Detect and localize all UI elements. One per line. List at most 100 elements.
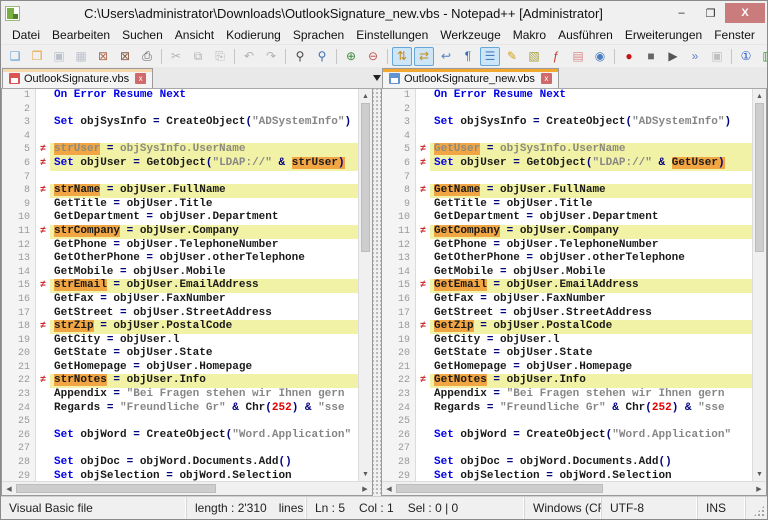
compare-button[interactable]: ▥ [758,47,767,66]
code-token: 252 [652,402,672,414]
cut-button[interactable]: ✂ [166,47,186,66]
code-token: objUser.Company [133,225,239,237]
splitter-handle[interactable] [373,89,381,496]
save-macro-button[interactable]: ▣ [707,47,727,66]
replace-button[interactable]: ⚲ [312,47,332,66]
document-map-button[interactable]: ▧ [524,47,544,66]
menu-kodierung[interactable]: Kodierung [220,27,287,43]
open-file-button[interactable]: ❒ [27,47,47,66]
line-number: 7 [382,171,416,185]
vertical-scrollbar[interactable]: ▲▼ [358,89,372,481]
editor-pane-left[interactable]: 1On Error Resume Next23Set objSysInfo = … [1,89,373,496]
run-macro-multiple-button[interactable]: » [685,47,705,66]
code-text: Set objDoc = objWord.Documents.Add() [50,456,358,470]
compare-set-first-button[interactable]: ① [736,47,756,66]
status-insert-mode[interactable]: INS [698,497,746,519]
minimize-button[interactable]: – [667,4,696,22]
show-all-characters-button[interactable]: ¶ [458,47,478,66]
scroll-up-icon[interactable]: ▲ [753,89,766,103]
menu-einstellungen[interactable]: Einstellungen [350,27,434,43]
menu-erweiterungen[interactable]: Erweiterungen [619,27,708,43]
tab-OutlookSignature.vbs[interactable]: OutlookSignature.vbsx [2,68,153,88]
function-list-button[interactable]: ƒ [546,47,566,66]
paste-button[interactable]: ⎘ [210,47,230,66]
code-line: 21GetHomepage = objUser.Homepage [2,361,358,375]
scroll-down-icon[interactable]: ▼ [359,467,372,481]
editor-pane-right[interactable]: 1On Error Resume Next23Set objSysInfo = … [381,89,767,496]
record-macro-button[interactable]: ● [619,47,639,66]
folder-as-workspace-button[interactable]: ▤ [568,47,588,66]
close-file-button[interactable]: ⊠ [93,47,113,66]
menu-bearbeiten[interactable]: Bearbeiten [46,27,116,43]
status-sel: Sel : 0 | 0 [408,501,458,515]
scroll-right-icon[interactable]: ▶ [358,482,372,495]
menu-?[interactable]: ? [761,27,768,43]
maximize-button[interactable]: ❐ [696,4,725,22]
code-text: On Error Resume Next [50,89,358,103]
code-line: 1On Error Resume Next [2,89,358,103]
status-eol-format[interactable]: Windows (CR LF) [525,497,602,519]
print-button[interactable]: ⎙ [137,47,157,66]
tab-OutlookSignature_new.vbs[interactable]: OutlookSignature_new.vbsx [382,68,559,88]
save-all-button[interactable]: ▦ [71,47,91,66]
find-button[interactable]: ⚲ [290,47,310,66]
copy-button[interactable]: ⧉ [188,47,208,66]
show-indent-guide-button[interactable]: ☰ [480,47,500,66]
sync-vertical-scroll-button[interactable]: ⇅ [392,47,412,66]
horizontal-scrollbar-thumb[interactable] [16,484,216,493]
line-number: 1 [382,89,416,103]
tab-bar-left: OutlookSignature.vbsx [1,67,373,88]
diff-margin [36,361,50,375]
word-wrap-button[interactable]: ↩ [436,47,456,66]
new-file-icon: ❑ [10,50,21,62]
redo-button[interactable]: ↷ [261,47,281,66]
code-area[interactable]: 1On Error Resume Next23Set objSysInfo = … [382,89,752,481]
diff-margin [36,211,50,225]
menu-sprachen[interactable]: Sprachen [287,27,350,43]
menu-ansicht[interactable]: Ansicht [169,27,220,43]
save-button[interactable]: ▣ [49,47,69,66]
close-button[interactable]: X [725,3,765,23]
scroll-down-icon[interactable]: ▼ [753,467,766,481]
code-token: GetFax [54,293,100,305]
vertical-scrollbar-thumb[interactable] [361,103,370,252]
scroll-up-icon[interactable]: ▲ [359,89,372,103]
scroll-left-icon[interactable]: ◀ [2,482,16,495]
horizontal-scrollbar-thumb[interactable] [396,484,603,493]
menu-werkzeuge[interactable]: Werkzeuge [434,27,506,43]
menu-makro[interactable]: Makro [507,27,552,43]
tab-close-icon[interactable]: x [135,73,146,84]
vertical-scrollbar-thumb[interactable] [755,103,764,252]
menu-ausfhren[interactable]: Ausführen [552,27,619,43]
code-area[interactable]: 1On Error Resume Next23Set objSysInfo = … [2,89,358,481]
undo-button[interactable]: ↶ [239,47,259,66]
code-token [298,402,305,414]
monitoring-button[interactable]: ◉ [590,47,610,66]
stop-recording-button[interactable]: ■ [641,47,661,66]
close-all-button[interactable]: ⊠ [115,47,135,66]
menu-fenster[interactable]: Fenster [708,27,761,43]
vertical-scrollbar[interactable]: ▲▼ [752,89,766,481]
code-line: 14GetMobile = objUser.Mobile [2,266,358,280]
line-number: 29 [382,470,416,481]
scroll-right-icon[interactable]: ▶ [752,482,766,495]
resize-grip[interactable] [746,497,767,519]
zoom-in-button[interactable]: ⊕ [341,47,361,66]
playback-macro-button[interactable]: ▶ [663,47,683,66]
horizontal-scrollbar[interactable]: ◀▶ [2,481,372,495]
code-token: GetObject [140,157,206,169]
new-file-button[interactable]: ❑ [5,47,25,66]
scroll-left-icon[interactable]: ◀ [382,482,396,495]
sync-horizontal-scroll-button[interactable]: ⇄ [414,47,434,66]
define-language-button[interactable]: ✎ [502,47,522,66]
horizontal-scrollbar[interactable]: ◀▶ [382,481,766,495]
code-line: 25 [2,415,358,429]
status-encoding[interactable]: UTF-8 [602,497,698,519]
menu-datei[interactable]: Datei [6,27,46,43]
run-macro-multiple-icon: » [692,50,699,62]
zoom-out-button[interactable]: ⊖ [363,47,383,66]
line-number: 8 [382,184,416,198]
menu-suchen[interactable]: Suchen [116,27,169,43]
tab-close-icon[interactable]: x [541,73,552,84]
diff-margin [36,415,50,429]
